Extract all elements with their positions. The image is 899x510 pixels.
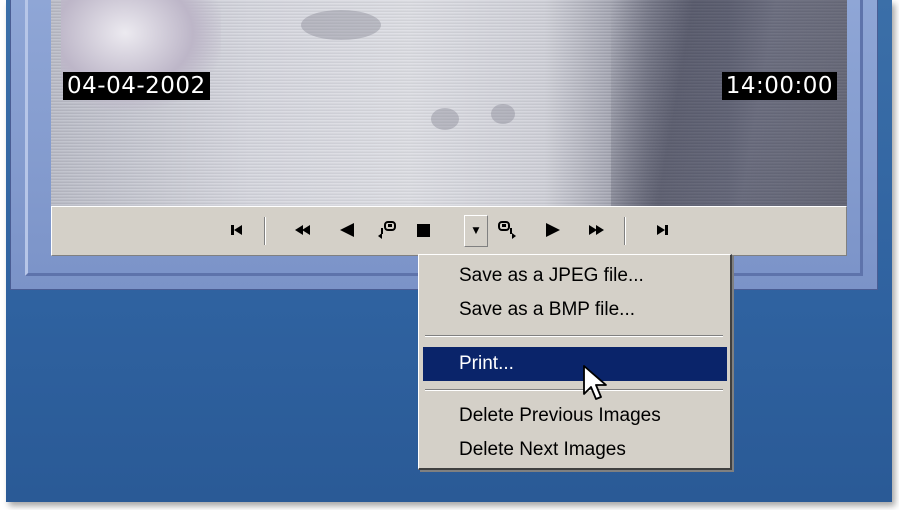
next-snapshot-button[interactable] [492, 215, 522, 245]
toolbar-separator [624, 217, 626, 245]
video-spot [431, 108, 459, 130]
stop-button[interactable] [408, 215, 438, 245]
fast-rewind-button[interactable] [288, 215, 318, 245]
date-overlay: 04-04-2002 [63, 72, 210, 100]
menu-separator [425, 389, 723, 391]
menu-item-delete-next[interactable]: Delete Next Images [423, 433, 727, 467]
last-frame-icon [657, 225, 668, 235]
first-frame-button[interactable] [222, 215, 252, 245]
play-button[interactable] [538, 215, 568, 245]
fast-rewind-icon [295, 225, 310, 235]
prev-snapshot-button[interactable] [372, 215, 402, 245]
prev-snapshot-icon [378, 221, 396, 239]
chevron-down-icon: ▼ [472, 226, 480, 236]
toolbar-separator [264, 217, 266, 245]
video-shadow [611, 0, 847, 206]
menu-item-save-bmp[interactable]: Save as a BMP file... [423, 293, 727, 327]
mouse-pointer-icon [583, 365, 607, 400]
stop-dropdown-button[interactable]: ▼ [464, 215, 488, 247]
play-icon [546, 223, 560, 237]
menu-separator [425, 335, 723, 337]
time-overlay: 14:00:00 [721, 72, 837, 100]
stop-icon [417, 224, 430, 237]
first-frame-icon [231, 225, 242, 235]
fast-forward-icon [589, 225, 604, 235]
step-back-button[interactable] [332, 215, 362, 245]
menu-item-print[interactable]: Print... [423, 347, 727, 381]
fast-forward-button[interactable] [582, 215, 612, 245]
context-menu: Save as a JPEG file... Save as a BMP fil… [418, 254, 732, 470]
video-spot [301, 10, 381, 40]
step-back-icon [340, 223, 354, 237]
video-frame: 04-04-2002 14:00:00 [51, 0, 847, 206]
video-spot [491, 104, 515, 124]
last-frame-button[interactable] [648, 215, 678, 245]
menu-item-save-jpeg[interactable]: Save as a JPEG file... [423, 259, 727, 293]
next-snapshot-icon [498, 221, 516, 239]
playback-toolbar: ▼ [51, 206, 847, 256]
menu-item-delete-previous[interactable]: Delete Previous Images [423, 399, 727, 433]
